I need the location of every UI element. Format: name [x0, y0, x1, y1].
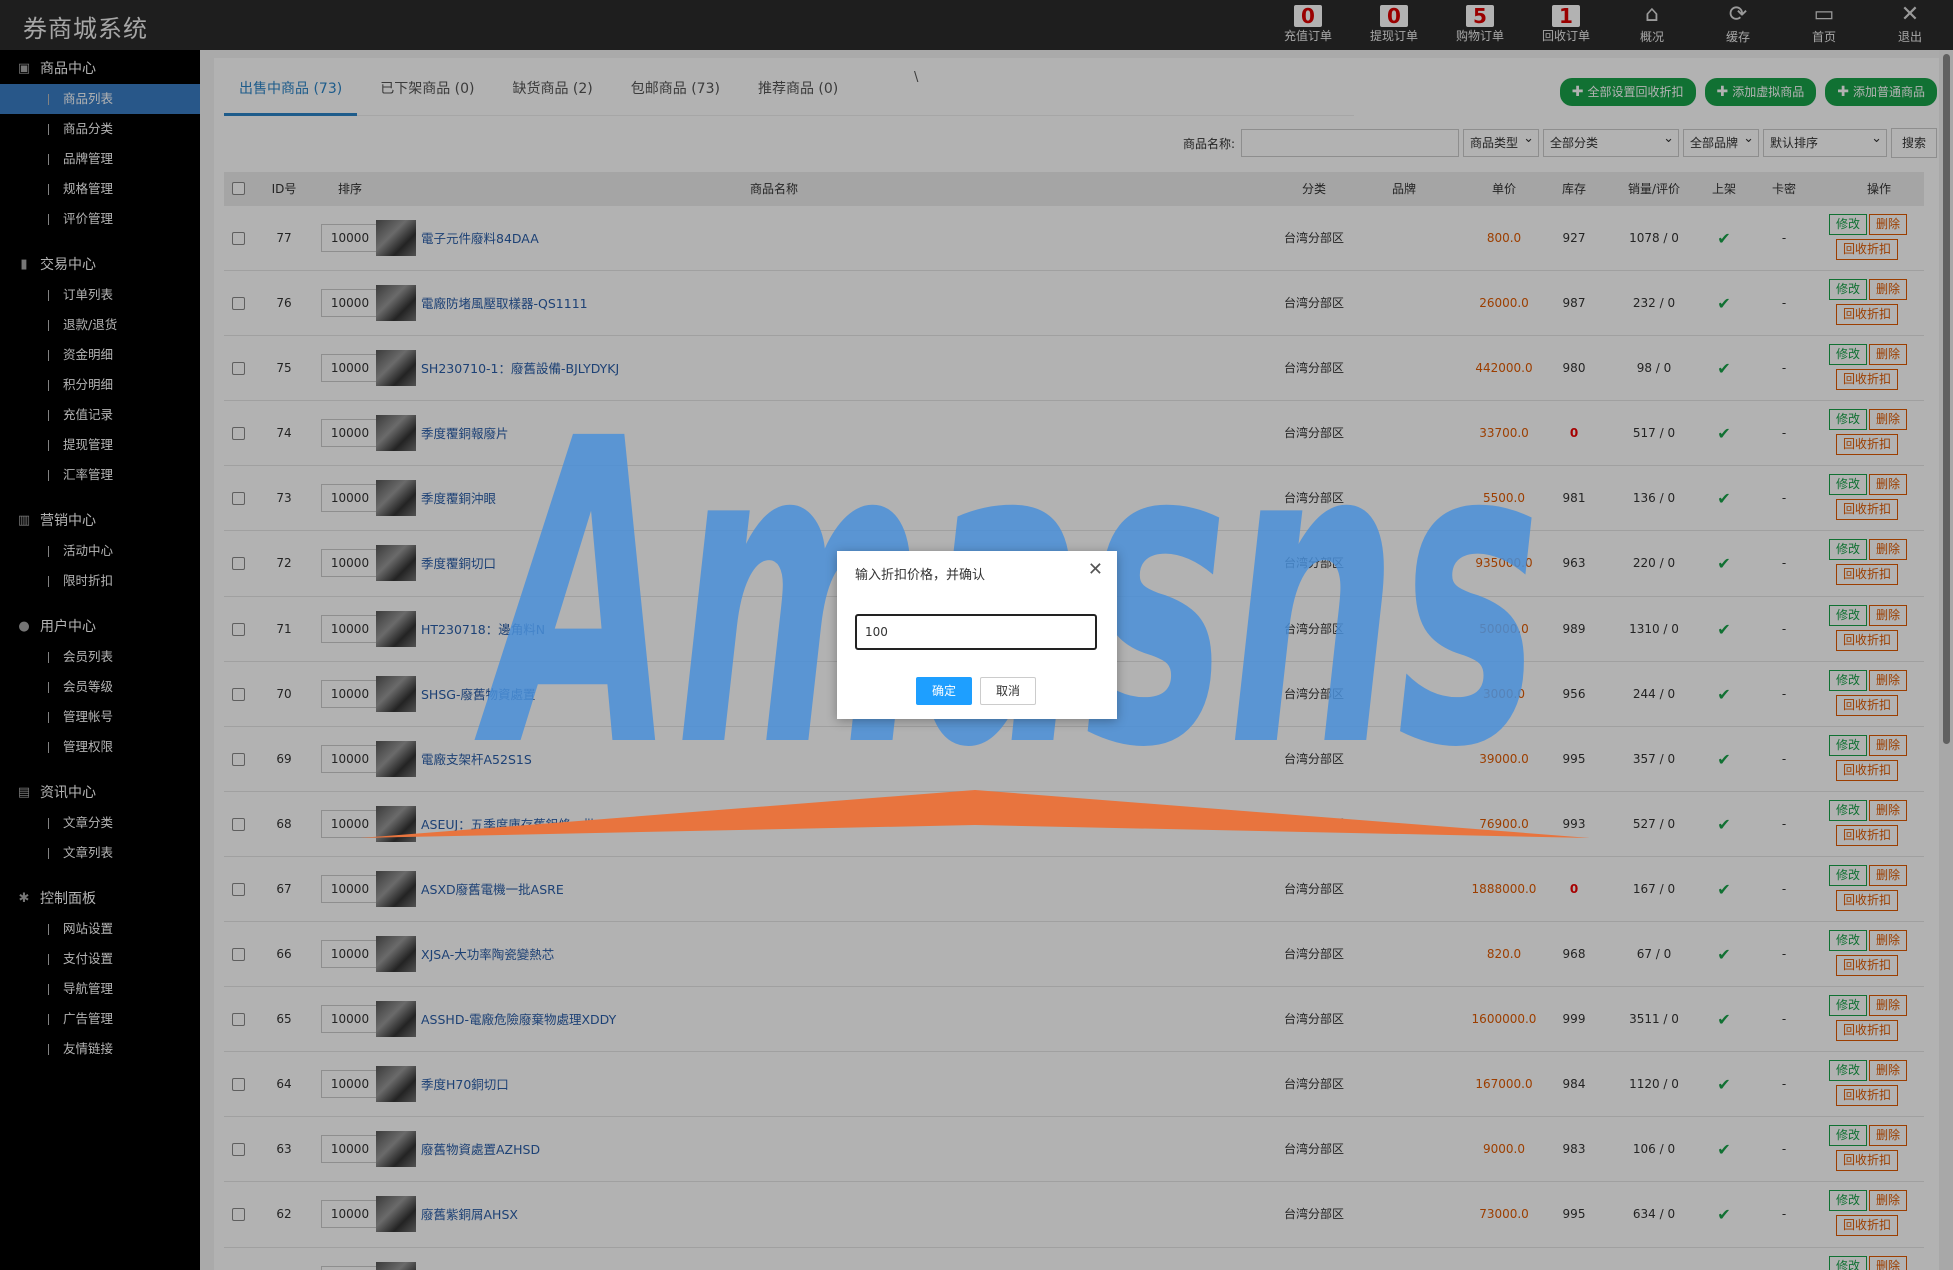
cancel-button[interactable]: 取消	[980, 677, 1036, 705]
close-icon[interactable]: ✕	[1088, 559, 1103, 580]
discount-price-input[interactable]: 100	[855, 614, 1097, 650]
app-root: { "app": {"title": "券商城系统"}, "topnav": […	[0, 0, 1953, 1270]
discount-dialog: 输入折扣价格，并确认 ✕ 100 确定 取消	[837, 551, 1117, 719]
dialog-title: 输入折扣价格，并确认	[855, 568, 986, 583]
confirm-button[interactable]: 确定	[916, 677, 972, 705]
